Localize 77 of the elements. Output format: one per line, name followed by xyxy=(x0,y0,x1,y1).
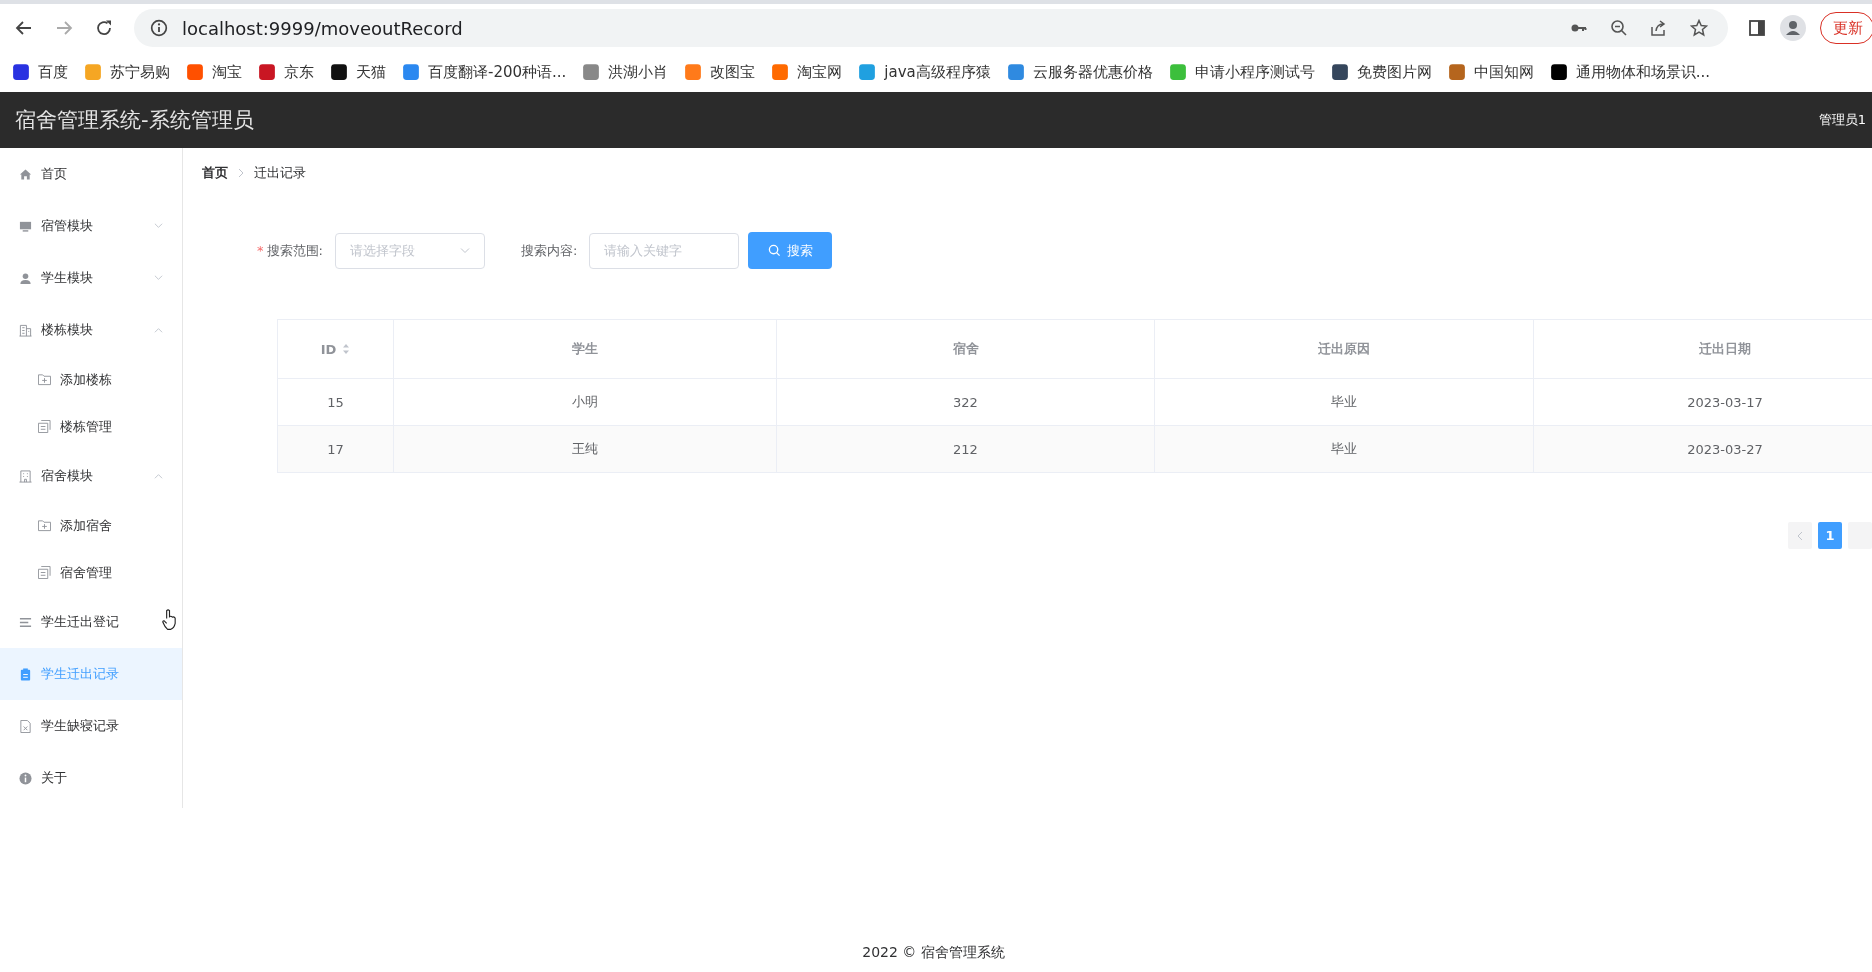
table-cell: 2023-03-27 xyxy=(1533,425,1872,473)
bookmark[interactable]: 洪湖小肖 xyxy=(582,62,669,82)
document-icon xyxy=(38,420,51,433)
table-cell: 王纯 xyxy=(393,425,777,473)
bookmark[interactable]: 通用物体和场景识... xyxy=(1549,62,1711,82)
column-header: 宿舍 xyxy=(776,319,1155,379)
table-cell: 17 xyxy=(277,425,394,473)
bookmark[interactable]: 苏宁易购 xyxy=(84,62,170,82)
bookmark[interactable]: 改图宝 xyxy=(684,62,756,82)
table-cell: 毕业 xyxy=(1154,378,1534,426)
table-cell: 15 xyxy=(277,378,394,426)
bookmark[interactable]: 百度 xyxy=(12,62,68,82)
sidebar-item[interactable]: 学生模块 xyxy=(0,252,182,304)
sidebar-item[interactable]: 宿舍模块 xyxy=(0,450,182,502)
sidebar-subitem[interactable]: 楼栋管理 xyxy=(0,403,182,450)
sidebar-item[interactable]: 楼栋模块 xyxy=(0,304,182,356)
search-icon xyxy=(767,244,781,257)
table-cell: 毕业 xyxy=(1154,425,1534,473)
keyword-input[interactable]: 请输入关键字 xyxy=(589,232,740,269)
home-icon xyxy=(19,167,32,181)
info-icon xyxy=(150,19,168,37)
bookmark[interactable]: 云服务器优惠价格 xyxy=(1006,62,1153,82)
breadcrumb-item[interactable]: 首页 xyxy=(202,164,228,182)
field-label: 搜索内容: xyxy=(520,241,578,260)
menu-icon xyxy=(19,615,32,629)
table-cell: 322 xyxy=(776,378,1155,426)
breadcrumb-item: 迁出记录 xyxy=(254,164,306,182)
bookmark[interactable]: 淘宝网 xyxy=(771,62,843,82)
required-asterisk: * xyxy=(257,243,264,258)
bookmark[interactable]: 中国知网 xyxy=(1447,62,1534,82)
sidebar-subitem[interactable]: 添加楼栋 xyxy=(0,356,182,403)
zoom-out-icon[interactable] xyxy=(1610,19,1628,37)
reload-button[interactable] xyxy=(94,18,114,38)
table-cell: 212 xyxy=(776,425,1155,473)
monitor-icon xyxy=(19,219,32,233)
chevron-left-icon xyxy=(1797,530,1803,541)
dropdown-caret-icon xyxy=(459,247,470,254)
sidebar-item[interactable]: 学生缺寝记录 xyxy=(0,700,182,752)
sidebar-item[interactable]: 关于 xyxy=(0,752,182,804)
file-x-icon xyxy=(19,719,32,733)
column-header: 学生 xyxy=(393,319,777,379)
field-label: 搜索范围: xyxy=(266,241,323,260)
sidebar-subitem[interactable]: 宿舍管理 xyxy=(0,549,182,596)
share-icon[interactable] xyxy=(1650,19,1668,37)
user-menu[interactable]: 管理员1 xyxy=(1818,111,1872,129)
bookmark[interactable]: 天猫 xyxy=(330,62,386,82)
side-panel-icon[interactable] xyxy=(1748,19,1766,37)
folder-plus-icon xyxy=(38,373,51,386)
sidebar-subitem[interactable]: 添加宿舍 xyxy=(0,502,182,549)
office-building-icon xyxy=(19,469,32,483)
user-icon xyxy=(19,271,32,285)
building-icon xyxy=(19,323,32,337)
table-cell: 小明 xyxy=(393,378,777,426)
profile-avatar-icon[interactable] xyxy=(1780,15,1806,41)
bookmark[interactable]: 百度翻译-200种语... xyxy=(402,62,567,82)
footer-text: 2022 © 宿舍管理系统 xyxy=(862,944,1005,962)
star-icon[interactable] xyxy=(1690,19,1708,37)
hand-cursor-icon xyxy=(161,608,178,631)
column-header: 迁出日期 xyxy=(1533,319,1872,379)
bookmark[interactable]: 淘宝 xyxy=(186,62,242,82)
app-title: 宿舍管理系统-系统管理员 xyxy=(15,107,254,134)
bookmark[interactable]: 京东 xyxy=(258,62,314,82)
sidebar-item[interactable]: 学生迁出登记 xyxy=(0,596,182,648)
breadcrumb-separator-icon xyxy=(238,168,244,178)
document-icon xyxy=(38,566,51,579)
bookmark[interactable]: 免费图片网 xyxy=(1330,62,1432,82)
bookmark[interactable]: 申请小程序测试号 xyxy=(1168,62,1315,82)
info-icon xyxy=(19,771,32,785)
clipboard-icon xyxy=(19,667,32,681)
url-text: localhost:9999/moveoutRecord xyxy=(182,17,463,39)
sidebar-item[interactable]: 宿管模块 xyxy=(0,200,182,252)
folder-plus-icon xyxy=(38,519,51,532)
column-header: 迁出原因 xyxy=(1154,319,1534,379)
sidebar-item[interactable]: 首页 xyxy=(0,148,182,200)
update-button[interactable]: 更新 xyxy=(1820,12,1872,44)
bookmark[interactable]: java高级程序猿 xyxy=(858,62,991,82)
address-bar[interactable]: localhost:9999/moveoutRecord xyxy=(134,9,1728,47)
